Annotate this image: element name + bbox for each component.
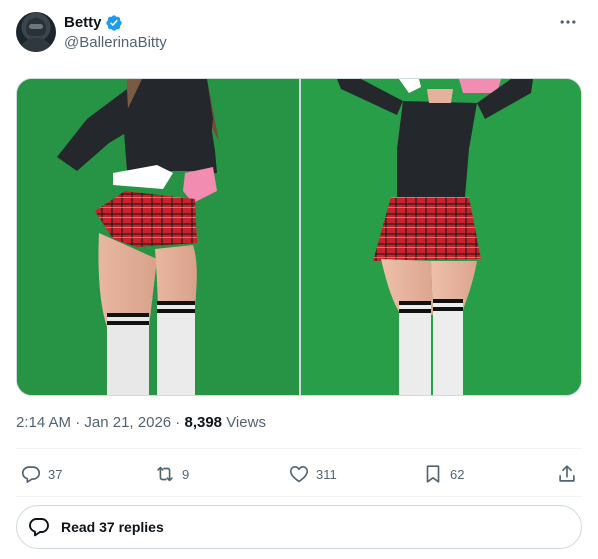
read-replies-label: Read 37 replies [61,519,164,535]
like-count: 311 [316,466,337,482]
share-button[interactable] [556,462,584,486]
repost-button[interactable]: 9 [154,462,189,486]
tweet-timestamp-row: 2:14 AM · Jan 21, 2026 · 8,398 Views [16,413,266,433]
reply-count: 37 [48,466,63,482]
handle[interactable]: @BallerinaBitty [64,33,167,53]
like-button[interactable]: 311 [288,462,337,486]
divider-top [16,448,582,449]
tweet-time[interactable]: 2:14 AM [16,414,71,431]
bookmark-button[interactable]: 62 [422,462,464,486]
tweet-date[interactable]: Jan 21, 2026 [84,414,171,431]
more-icon [560,20,576,24]
heart-icon [289,466,309,483]
repost-icon [157,466,173,482]
avatar[interactable] [16,12,56,52]
media-photo-left[interactable] [17,79,299,395]
reply-button[interactable]: 37 [20,462,62,486]
avatar-shoulders [20,38,52,52]
media-grid [16,78,582,396]
author-names: Betty @BallerinaBitty [64,13,167,53]
tweet-header: Betty @BallerinaBitty [16,12,582,56]
photo-left-illustration [17,79,299,395]
photo-right-illustration [300,79,581,395]
action-bar: 37 9 311 62 [16,462,582,486]
reply-bubble-icon [29,518,49,537]
tweet: Betty @BallerinaBitty 2:14 AM · Jan 21, … [0,0,598,559]
meta-separator: · [71,414,85,431]
verified-badge-icon [105,15,122,31]
meta-separator: · [171,414,185,431]
share-icon [559,465,575,482]
views-count: 8,398 [184,414,223,431]
display-name-row: Betty [64,13,167,33]
display-name[interactable]: Betty [64,13,102,33]
read-replies-button[interactable]: Read 37 replies [16,505,582,549]
divider-bottom [16,496,582,497]
more-options-button[interactable] [556,12,580,32]
bookmark-count: 62 [450,466,465,482]
media-photo-right[interactable] [300,79,581,395]
repost-count: 9 [182,466,190,482]
avatar-visor [29,24,43,29]
views-label: Views [222,414,266,431]
reply-icon [21,466,41,483]
bookmark-icon [426,465,440,483]
